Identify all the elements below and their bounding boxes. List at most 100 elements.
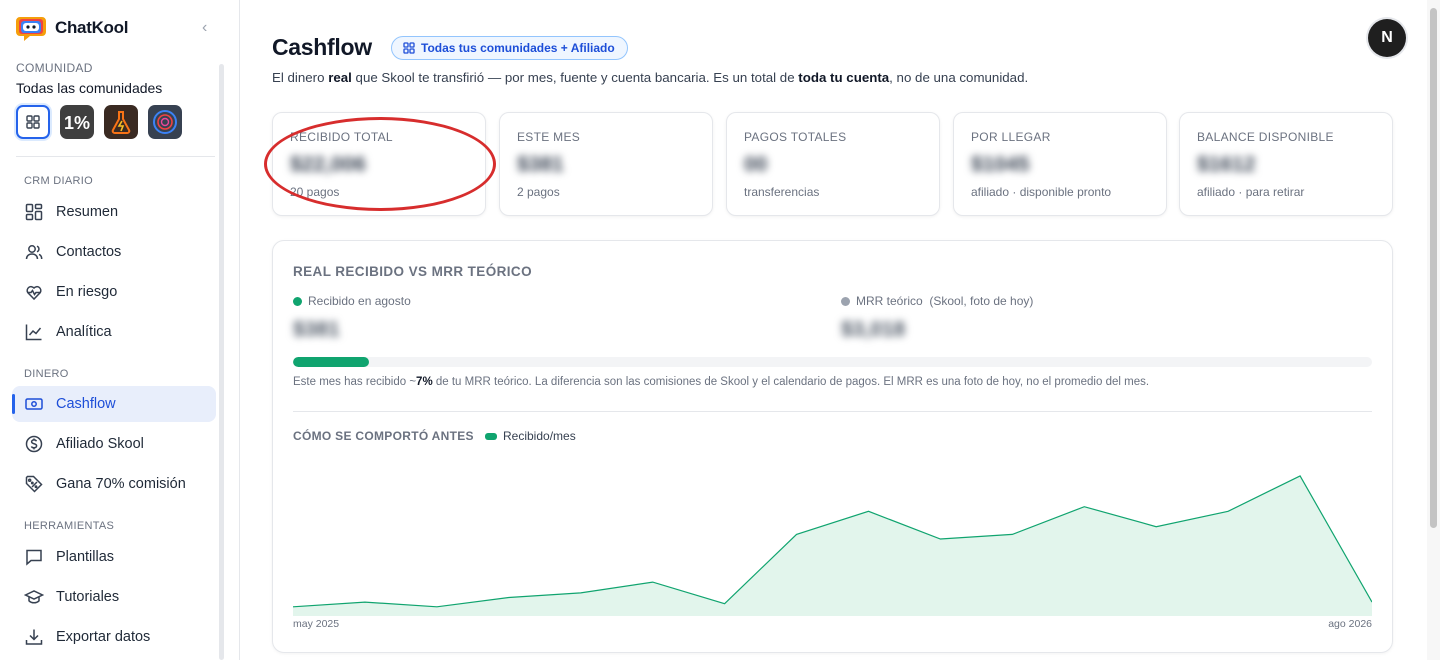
panel-divider	[293, 411, 1372, 412]
community-name: Todas las comunidades	[16, 80, 163, 96]
mrr-panel: REAL RECIBIDO VS MRR TEÓRICO Recibido en…	[272, 240, 1393, 653]
stat-value-blurred: $1045	[971, 153, 1030, 176]
nav-item-tutoriales[interactable]: Tutoriales	[12, 579, 216, 615]
nav-item-en-riesgo[interactable]: En riesgo	[12, 274, 216, 310]
svg-text:1%: 1%	[64, 113, 90, 133]
received-value-blurred: $381	[293, 318, 340, 341]
tag-percent-icon	[25, 475, 43, 493]
nav-item-cashflow[interactable]: Cashflow	[12, 386, 216, 422]
mrr-value-blurred: $3,018	[841, 318, 906, 341]
collapse-sidebar-icon[interactable]: ‹	[202, 20, 216, 36]
nav-label: En riesgo	[56, 284, 118, 300]
stat-label: BALANCE DISPONIBLE	[1197, 130, 1334, 144]
all-communities-button[interactable]	[16, 105, 50, 139]
chatkool-logo	[16, 17, 46, 41]
sidebar: ChatKool ‹ COMUNIDAD Todas las comunidad…	[0, 0, 240, 660]
stat-label: ESTE MES	[517, 130, 581, 144]
sidebar-divider	[16, 156, 215, 157]
mrr-label: MRR teórico (Skool, foto de hoy)	[856, 294, 1034, 308]
nav-label: Resumen	[56, 204, 119, 220]
nav-item-exportar-datos[interactable]: Exportar datos	[12, 619, 216, 655]
dashboard-icon	[25, 203, 43, 221]
scope-pill[interactable]: Todas tus comunidades + Afiliado	[391, 36, 628, 60]
nav-label: Cashflow	[56, 396, 116, 412]
stat-label: POR LLEGAR	[971, 130, 1051, 144]
user-avatar[interactable]: N	[1368, 19, 1406, 57]
message-square-icon	[26, 549, 42, 566]
download-icon	[25, 629, 43, 645]
gray-dot-icon	[841, 296, 850, 306]
nav-label: Gana 70% comisión	[56, 476, 186, 492]
stat-sub: afiliado · para retirar	[1197, 185, 1305, 199]
nav-label: Tutoriales	[56, 589, 120, 605]
stat-sub: afiliado · disponible pronto	[971, 185, 1112, 199]
community-label: COMUNIDAD	[16, 61, 93, 75]
mrr-legend: MRR teórico (Skool, foto de hoy)	[841, 294, 1033, 308]
stat-card-pagos-totales: PAGOS TOTALES 00 transferencias	[726, 112, 940, 216]
nav-label: Plantillas	[56, 549, 115, 565]
received-legend: Recibido en agosto	[293, 294, 411, 308]
stat-card-recibido-total: RECIBIDO TOTAL $22,006 20 pagos	[272, 112, 486, 216]
community-one-percent-button[interactable]: 1%	[60, 105, 94, 139]
area-fill	[293, 475, 1372, 616]
circle-logo	[153, 110, 177, 134]
page-scroll-thumb[interactable]	[1430, 8, 1437, 528]
nav-label: Contactos	[56, 244, 122, 260]
page-subtitle: El dinero real que Skool te transfirió —…	[272, 70, 1029, 85]
section-title-crm: CRM DIARIO	[24, 175, 93, 187]
scope-pill-label: Todas tus comunidades + Afiliado	[421, 41, 615, 55]
panel-title: REAL RECIBIDO VS MRR TEÓRICO	[293, 264, 532, 279]
banknote-icon	[25, 398, 43, 410]
stat-value-blurred: $381	[517, 153, 564, 176]
stat-sub: 20 pagos	[290, 185, 340, 199]
stat-label: RECIBIDO TOTAL	[290, 130, 393, 144]
brand-name: ChatKool	[55, 18, 129, 37]
grid-icon	[26, 115, 40, 129]
history-title: CÓMO SE COMPORTÓ ANTES	[293, 429, 474, 443]
nav-label: Afiliado Skool	[56, 436, 144, 452]
nav-label: Analítica	[56, 324, 112, 340]
stat-card-balance-disponible: BALANCE DISPONIBLE $1612 afiliado · para…	[1179, 112, 1393, 216]
x-axis-end-label: ago 2026	[1328, 618, 1372, 630]
stat-value-blurred: 00	[744, 153, 768, 176]
community-circle-button[interactable]	[148, 105, 182, 139]
history-legend: Recibido/mes	[485, 429, 576, 443]
graduation-cap-icon	[24, 590, 44, 604]
x-axis-start-label: may 2025	[293, 618, 340, 630]
nav-item-afiliado-skool[interactable]: Afiliado Skool	[12, 426, 216, 462]
nav-item-plantillas[interactable]: Plantillas	[12, 539, 216, 575]
section-title-dinero: DINERO	[24, 368, 69, 380]
nav-item-contactos[interactable]: Contactos	[12, 234, 216, 270]
legend-swatch	[485, 432, 497, 440]
stat-sub: 2 pagos	[517, 185, 560, 199]
brand[interactable]: ChatKool	[16, 14, 128, 42]
nav-item-resumen[interactable]: Resumen	[12, 194, 216, 230]
page-scrollbar[interactable]	[1427, 0, 1440, 660]
stat-card-por-llegar: POR LLEGAR $1045 afiliado · disponible p…	[953, 112, 1167, 216]
users-icon	[25, 245, 43, 260]
one-percent-logo: 1%	[64, 113, 90, 133]
history-area-chart	[293, 456, 1372, 616]
nav-item-gana-comision[interactable]: Gana 70% comisión	[12, 466, 216, 502]
flask-logo	[111, 111, 131, 134]
progress-note: Este mes has recibido ~7% de tu MRR teór…	[293, 376, 1150, 388]
nav-label: Exportar datos	[56, 629, 151, 645]
section-title-herramientas: HERRAMIENTAS	[24, 520, 115, 532]
dollar-circle-icon	[25, 435, 43, 453]
stat-sub: transferencias	[744, 185, 820, 199]
nav-item-analitica[interactable]: Analítica	[12, 314, 216, 350]
heart-pulse-icon	[26, 285, 42, 301]
mrr-progress-bar	[293, 357, 1372, 367]
page-title: Cashflow	[272, 34, 372, 60]
community-flask-button[interactable]	[104, 105, 138, 139]
community-switcher: 1%	[16, 105, 182, 139]
stat-value-blurred: $1612	[1197, 153, 1256, 176]
stat-card-este-mes: ESTE MES $381 2 pagos	[499, 112, 713, 216]
stat-label: PAGOS TOTALES	[744, 130, 847, 144]
history-legend-label: Recibido/mes	[503, 429, 576, 443]
sidebar-scrollbar[interactable]	[219, 64, 224, 660]
green-dot-icon	[293, 296, 302, 306]
grid-icon	[403, 42, 415, 54]
stat-value-blurred: $22,006	[290, 153, 366, 176]
line-chart-icon	[25, 324, 42, 341]
